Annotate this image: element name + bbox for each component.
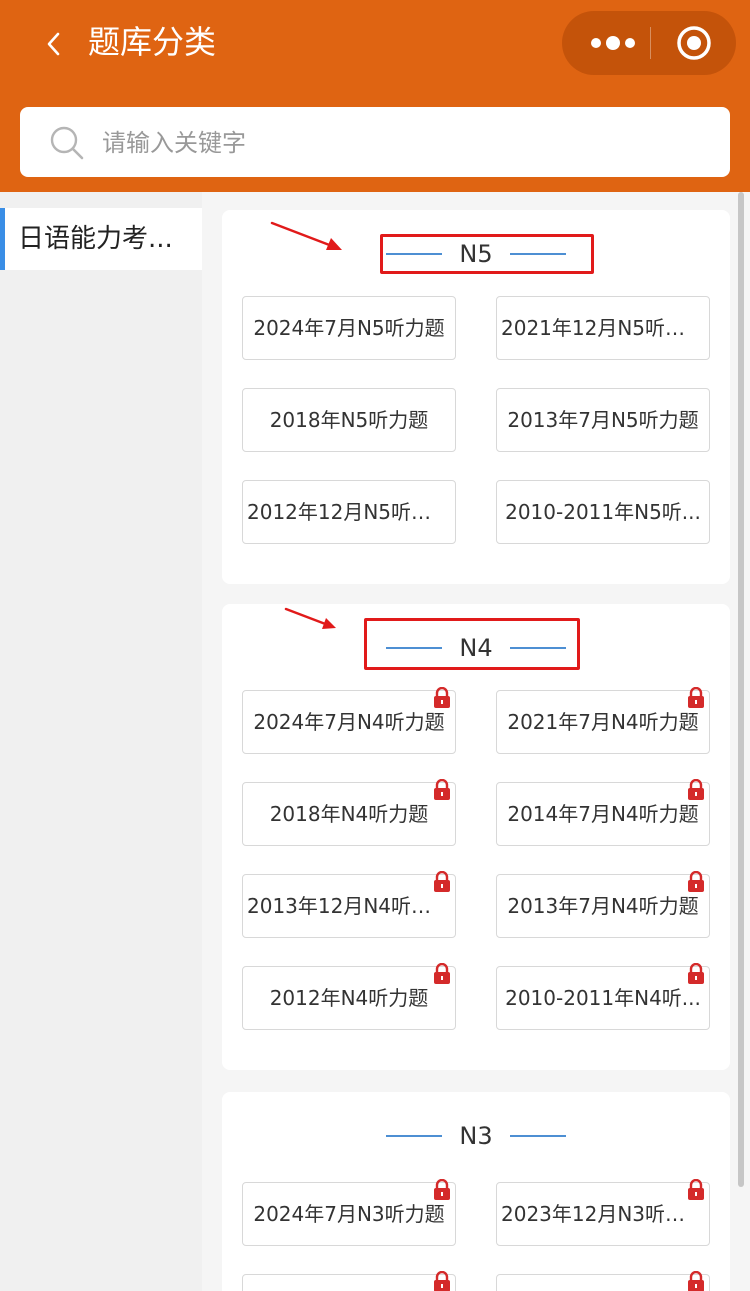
section-card-n5: N5 2024年7月N5听力题 2021年12月N5听力题 2018年N5听力题… xyxy=(222,210,730,584)
exam-label: 2024年7月N5听力题 xyxy=(253,316,445,340)
exam-label: 2012年N4听力题 xyxy=(269,986,429,1010)
search-bar xyxy=(20,107,730,177)
search-icon xyxy=(50,126,84,160)
exam-button[interactable]: 2018年N4听力题 xyxy=(242,779,456,846)
annotation-arrow-icon xyxy=(284,607,336,629)
exam-label: 2014年7月N4听力题 xyxy=(507,802,699,826)
section-card-n4: N4 2024年7月N4听力题 2021年7月N4听力题 2018年N4听力题 … xyxy=(222,604,730,1070)
exam-label: 2012年12月N5听力题 xyxy=(247,500,451,524)
exam-button[interactable] xyxy=(242,1271,456,1291)
exam-button[interactable]: 2013年12月N4听力题 xyxy=(242,871,456,938)
exam-button[interactable]: 2024年7月N3听力题 xyxy=(242,1179,456,1246)
section-title: N3 xyxy=(459,1122,493,1150)
target-close-icon xyxy=(677,26,711,60)
chevron-left-icon xyxy=(47,32,60,56)
exam-button[interactable]: 2021年12月N5听力题 xyxy=(496,296,710,360)
exam-button[interactable] xyxy=(496,1271,710,1291)
divider-line xyxy=(386,1135,442,1137)
capsule-divider xyxy=(650,27,651,59)
lock-icon xyxy=(688,1179,704,1200)
exam-label: 2010-2011年N4听... xyxy=(505,986,701,1010)
exam-button[interactable]: 2010-2011年N4听... xyxy=(496,963,710,1030)
exam-button[interactable]: 2021年7月N4听力题 xyxy=(496,687,710,754)
exam-label: 2021年7月N4听力题 xyxy=(507,710,699,734)
exam-label: 2013年7月N5听力题 xyxy=(507,408,699,432)
lock-icon xyxy=(688,963,704,984)
active-indicator xyxy=(0,208,5,270)
exam-label: 2021年12月N5听力题 xyxy=(501,316,705,340)
question-bank-list: N5 2024年7月N5听力题 2021年12月N5听力题 2018年N5听力题… xyxy=(202,192,750,1291)
exam-button[interactable]: 2024年7月N5听力题 xyxy=(242,296,456,360)
exam-label xyxy=(501,1275,705,1291)
exam-button[interactable]: 2024年7月N4听力题 xyxy=(242,687,456,754)
lock-icon xyxy=(434,1271,450,1291)
exam-button[interactable]: 2013年7月N5听力题 xyxy=(496,388,710,452)
exam-label: 2018年N4听力题 xyxy=(269,802,429,826)
section-header: N3 xyxy=(222,1114,730,1158)
category-sidebar: 日语能力考... xyxy=(0,192,202,1291)
sidebar-item-jlpt[interactable]: 日语能力考... xyxy=(0,208,202,270)
header-bar: 题库分类 xyxy=(0,0,750,192)
search-input[interactable] xyxy=(100,119,704,167)
back-button[interactable] xyxy=(40,26,70,62)
close-button[interactable] xyxy=(670,11,722,75)
more-dots-icon xyxy=(591,36,635,50)
highlight-box xyxy=(380,234,594,274)
page-title: 题库分类 xyxy=(88,23,217,61)
lock-icon xyxy=(688,687,704,708)
lock-icon xyxy=(688,779,704,800)
scrollbar[interactable] xyxy=(738,192,744,1187)
exam-button[interactable]: 2023年12月N3听力题 xyxy=(496,1179,710,1246)
lock-icon xyxy=(434,871,450,892)
more-button[interactable] xyxy=(580,11,646,75)
lock-icon xyxy=(434,779,450,800)
lock-icon xyxy=(688,1271,704,1291)
exam-label: 2024年7月N4听力题 xyxy=(253,710,445,734)
annotation-arrow-icon xyxy=(270,221,342,250)
lock-icon xyxy=(434,963,450,984)
lock-icon xyxy=(434,1179,450,1200)
sidebar-item-label: 日语能力考... xyxy=(18,224,173,254)
exam-button[interactable]: 2013年7月N4听力题 xyxy=(496,871,710,938)
exam-label: 2018年N5听力题 xyxy=(269,408,429,432)
exam-button[interactable]: 2012年12月N5听力题 xyxy=(242,480,456,544)
exam-button[interactable]: 2012年N4听力题 xyxy=(242,963,456,1030)
exam-button[interactable]: 2010-2011年N5听... xyxy=(496,480,710,544)
section-card-n3: N3 2024年7月N3听力题 2023年12月N3听力题 xyxy=(222,1092,730,1291)
divider-line xyxy=(510,1135,566,1137)
highlight-box xyxy=(364,618,580,670)
mini-program-capsule xyxy=(562,11,736,75)
exam-label: 2010-2011年N5听... xyxy=(505,500,701,524)
exam-label: 2013年7月N4听力题 xyxy=(507,894,699,918)
exam-button[interactable]: 2014年7月N4听力题 xyxy=(496,779,710,846)
exam-label: 2013年12月N4听力题 xyxy=(247,894,451,918)
exam-button[interactable]: 2018年N5听力题 xyxy=(242,388,456,452)
exam-label: 2023年12月N3听力题 xyxy=(501,1202,705,1226)
lock-icon xyxy=(434,687,450,708)
exam-label: 2024年7月N3听力题 xyxy=(253,1202,445,1226)
exam-label xyxy=(247,1275,451,1291)
lock-icon xyxy=(688,871,704,892)
